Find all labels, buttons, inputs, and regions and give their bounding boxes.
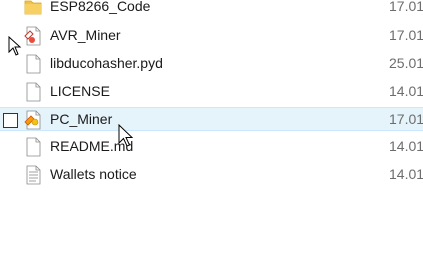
file-date: 14.01 <box>389 138 423 154</box>
file-row-readme[interactable]: README.md 14.01 <box>0 135 423 159</box>
file-date: 25.01 <box>389 55 423 71</box>
python-script-icon <box>24 26 42 46</box>
row-select-checkbox[interactable] <box>3 113 18 128</box>
file-row-avr-miner[interactable]: AVR_Miner 17.01 <box>0 24 423 48</box>
python-script-icon <box>24 110 42 130</box>
document-icon <box>24 54 42 74</box>
file-date: 14.01 <box>389 83 423 99</box>
file-name: PC_Miner <box>50 111 113 127</box>
file-row-libducohasher[interactable]: libducohasher.pyd 25.01 <box>0 52 423 76</box>
mouse-cursor-icon <box>118 123 134 151</box>
document-icon <box>24 82 42 102</box>
file-date: 17.01 <box>389 111 423 127</box>
file-row-license[interactable]: LICENSE 14.01 <box>0 80 423 104</box>
file-row-wallets-notice[interactable]: Wallets notice 14.01 <box>0 163 423 187</box>
file-list: ESP8266_Code 17.01 AVR_Miner 17.01 libdu… <box>0 0 423 276</box>
folder-icon <box>24 0 42 17</box>
file-name: Wallets notice <box>50 166 137 182</box>
file-date: 17.01 <box>389 0 423 14</box>
document-icon <box>24 137 42 157</box>
text-document-icon <box>24 165 42 185</box>
file-name: AVR_Miner <box>50 27 121 43</box>
file-row-esp8266-code[interactable]: ESP8266_Code 17.01 <box>0 0 423 19</box>
file-row-pc-miner[interactable]: PC_Miner 17.01 <box>0 107 423 131</box>
file-name: ESP8266_Code <box>50 0 151 14</box>
file-name: libducohasher.pyd <box>50 55 163 71</box>
file-name: LICENSE <box>50 83 110 99</box>
file-date: 14.01 <box>389 166 423 182</box>
mouse-cursor-icon <box>8 35 22 59</box>
file-date: 17.01 <box>389 27 423 43</box>
